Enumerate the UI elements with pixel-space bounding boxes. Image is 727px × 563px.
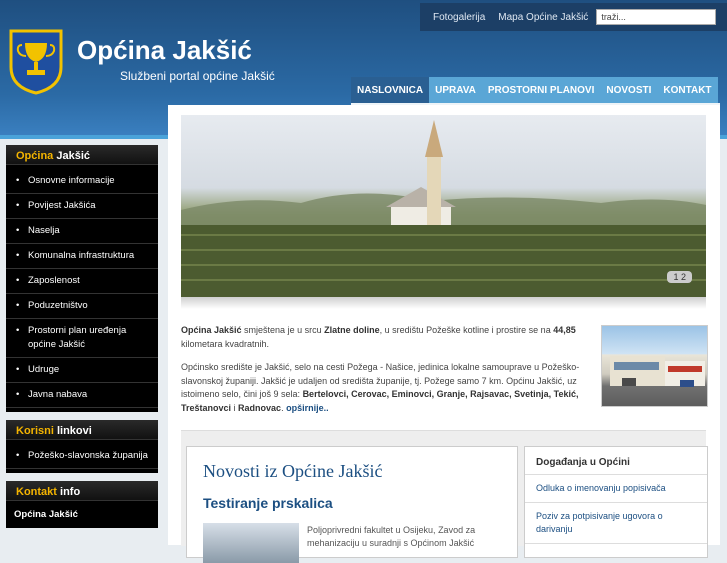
kontakt-box: Kontakt info Općina Jakšić [6, 481, 158, 528]
sidebar-item-javna-nabava[interactable]: Javna nabava [6, 383, 158, 408]
opcina-title-rest: Jakšić [53, 150, 90, 162]
news-panel: Novosti iz Općine Jakšić Testiranje prsk… [186, 446, 518, 563]
slider-pager[interactable]: 1 2 [667, 271, 692, 283]
intro-area: 44,85 [553, 325, 576, 335]
sidebar-item-prostorni-plan[interactable]: Prostorni plan uređenja općine Jakšić [6, 319, 158, 358]
site-subtitle: Službeni portal općine Jakšić [120, 69, 275, 83]
search-input[interactable] [596, 9, 717, 25]
kontakt-name: Općina Jakšić [14, 509, 78, 520]
sidebar: Općina Jakšić Osnovne informacije Povije… [6, 145, 158, 536]
linkovi-box: Korisni linkovi Požeško-slavonska župani… [6, 420, 158, 473]
sidebar-item-povijest[interactable]: Povijest Jakšića [6, 194, 158, 219]
nav-naslovnica[interactable]: NASLOVNICA [351, 77, 430, 103]
intro-text-5: i [231, 402, 239, 413]
linkovi-box-title: Korisni linkovi [6, 420, 158, 440]
sidebar-item-komunalna[interactable]: Komunalna infrastruktura [6, 244, 158, 269]
intro-paragraph-1: Općina Jakšić smještena je u srcu Zlatne… [181, 324, 596, 351]
linkovi-title-accent: Korisni [16, 425, 54, 437]
nav-kontakt[interactable]: KONTAKT [657, 77, 717, 103]
top-bar: Fotogalerija Mapa Općine Jakšić [420, 3, 727, 31]
event-item-darivanje[interactable]: Poziv za potpisivanje ugovora o darivanj… [525, 503, 707, 544]
opcina-box-title: Općina Jakšić [6, 145, 158, 165]
intro-text-1: smještena je u srcu [241, 325, 325, 335]
image-slider[interactable]: 1 2 [181, 115, 706, 297]
event-item-popisivaci[interactable]: Odluka o imenovanju popisivača [525, 475, 707, 503]
read-more-link[interactable]: opširnije.. [286, 403, 329, 413]
intro-paragraph-2: Općinsko središte je Jakšić, selo na ces… [181, 361, 596, 415]
sidebar-item-naselja[interactable]: Naselja [6, 219, 158, 244]
slider-shadow [181, 297, 706, 309]
intro-text-3: kilometara kvadratnih. [181, 338, 270, 349]
intro-municipality: Općina Jakšić [181, 325, 242, 335]
kontakt-box-title: Kontakt info [6, 481, 158, 501]
sidebar-item-udruge[interactable]: Udruge [6, 358, 158, 383]
municipality-building-photo [601, 325, 708, 407]
sidebar-item-poduzetnistvo[interactable]: Poduzetništvo [6, 294, 158, 319]
building-illustration [610, 356, 705, 387]
news-excerpt: Poljoprivredni fakultet u Osijeku, Zavod… [307, 525, 476, 548]
village-church-photo [181, 120, 706, 297]
intro-zlatne-doline: Zlatne doline [324, 325, 380, 335]
kontakt-title-accent: Kontakt [16, 486, 57, 498]
events-title: Događanja u Općini [525, 447, 707, 475]
lower-section: Novosti iz Općine Jakšić Testiranje prsk… [181, 430, 708, 563]
main-navigation: NASLOVNICA UPRAVA PROSTORNI PLANOVI NOVO… [351, 77, 718, 103]
linkovi-title-rest: linkovi [53, 425, 92, 437]
nav-uprava[interactable]: UPRAVA [429, 77, 482, 103]
news-thumbnail[interactable] [203, 523, 299, 563]
opcina-box: Općina Jakšić Osnovne informacije Povije… [6, 145, 158, 412]
kontakt-title-rest: info [56, 486, 81, 498]
nav-prostorni-planovi[interactable]: PROSTORNI PLANOVI [482, 77, 601, 103]
news-headline[interactable]: Testiranje prskalica [203, 495, 333, 511]
link-fotogalerija[interactable]: Fotogalerija [433, 12, 485, 23]
sidebar-link-zupanija[interactable]: Požeško-slavonska županija [6, 444, 158, 469]
nav-novosti[interactable]: NOVOSTI [600, 77, 657, 103]
main-content: 1 2 Općina Jakšić smještena je u srcu Zl… [168, 105, 720, 563]
site-title[interactable]: Općina Jakšić [77, 35, 252, 66]
sidebar-item-osnovne-informacije[interactable]: Osnovne informacije [6, 169, 158, 194]
intro-text: Općina Jakšić smještena je u srcu Zlatne… [181, 324, 596, 425]
news-section-title: Novosti iz Općine Jakšić [203, 461, 383, 481]
events-panel: Događanja u Općini Odluka o imenovanju p… [524, 446, 708, 558]
link-mapa[interactable]: Mapa Općine Jakšić [498, 12, 588, 23]
sidebar-item-zaposlenost[interactable]: Zaposlenost [6, 269, 158, 294]
coat-of-arms-logo[interactable] [9, 29, 63, 95]
intro-text-2: , u središtu Požeške kotline i prostire … [379, 325, 554, 335]
intro-radnovac: Radnovac [238, 402, 282, 413]
opcina-title-accent: Općina [16, 150, 54, 162]
